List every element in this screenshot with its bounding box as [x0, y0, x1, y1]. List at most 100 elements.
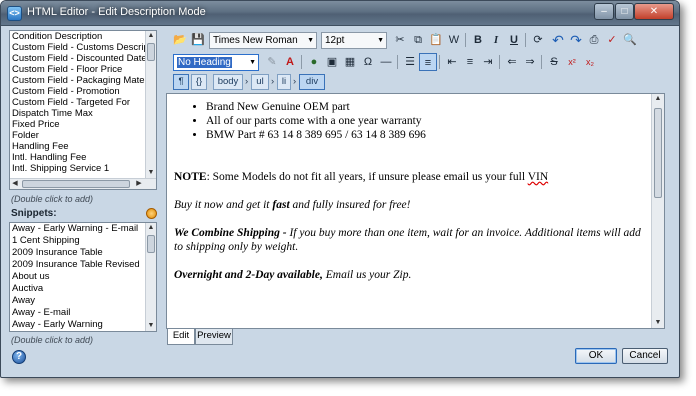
scroll-up-icon[interactable]: ▲ — [146, 223, 156, 233]
scroll-thumb[interactable] — [654, 108, 662, 198]
maximize-button[interactable]: □ — [615, 3, 634, 20]
refresh-icon[interactable]: ⟳ — [529, 31, 547, 49]
scroll-down-icon[interactable]: ▼ — [146, 168, 156, 178]
image-icon[interactable]: ▣ — [323, 53, 341, 71]
snippet-item[interactable]: Away - Early Warning - E-mail — [10, 223, 156, 235]
spellcheck-icon[interactable]: ✓ — [603, 31, 621, 49]
field-item[interactable]: Custom Field - Discounted Date — [10, 53, 156, 64]
note-text: : Some Models do not fit all years, if u… — [206, 171, 528, 183]
scroll-right-icon[interactable]: ▶ — [134, 179, 144, 189]
snippet-item[interactable]: Away — [10, 295, 156, 307]
save-icon[interactable]: 💾 — [189, 31, 207, 49]
highlight-icon[interactable]: ✎ — [263, 53, 281, 71]
snippet-item[interactable]: 2009 Insurance Table Revised — [10, 259, 156, 271]
field-item[interactable]: Custom Field - Customs Descripti — [10, 42, 156, 53]
numbered-list-icon[interactable]: ☰ — [401, 53, 419, 71]
field-item[interactable]: Dispatch Time Max — [10, 108, 156, 119]
scroll-up-icon[interactable]: ▲ — [146, 31, 156, 41]
paste-icon[interactable]: 📋 — [427, 31, 445, 49]
breadcrumb-body[interactable]: body — [213, 74, 243, 90]
horizontal-rule-icon[interactable]: — — [377, 53, 395, 71]
bullet-list-icon[interactable]: ≡ — [419, 53, 437, 71]
font-color-icon[interactable]: A — [281, 53, 299, 71]
find-icon[interactable]: 🔍 — [621, 31, 639, 49]
note-paragraph[interactable]: NOTE: Some Models do not fit all years, … — [174, 170, 644, 184]
snippet-item[interactable]: Auctiva — [10, 283, 156, 295]
field-item[interactable]: Custom Field - Floor Price — [10, 64, 156, 75]
outdent-icon[interactable]: ⇐ — [503, 53, 521, 71]
scroll-thumb[interactable] — [22, 180, 130, 188]
indent-icon[interactable]: ⇒ — [521, 53, 539, 71]
copy-icon[interactable]: ⧉ — [409, 31, 427, 49]
help-icon[interactable]: ? — [12, 350, 26, 364]
editor-content-area[interactable]: Brand New Genuine OEM part All of our pa… — [166, 93, 665, 329]
snippet-item[interactable]: Away - Early Warning — [10, 319, 156, 331]
table-icon[interactable]: ▦ — [341, 53, 359, 71]
breadcrumb-li[interactable]: li — [277, 74, 291, 90]
editor-vertical-scrollbar[interactable]: ▲ ▼ — [651, 94, 664, 328]
scroll-down-icon[interactable]: ▼ — [146, 321, 156, 331]
scroll-left-icon[interactable]: ◀ — [10, 179, 20, 189]
print-icon[interactable]: ⎙ — [585, 31, 603, 49]
fields-list[interactable]: Condition Description Custom Field - Cus… — [9, 30, 157, 190]
underline-button[interactable]: U — [505, 31, 523, 49]
tab-edit[interactable]: Edit — [167, 329, 195, 345]
subscript-icon[interactable]: x₂ — [581, 53, 599, 71]
tab-preview[interactable]: Preview — [195, 329, 233, 345]
snippet-item[interactable]: Away - E-mail — [10, 307, 156, 319]
undo-icon[interactable]: ↶ — [549, 31, 567, 49]
cancel-button[interactable]: Cancel — [622, 348, 668, 364]
ok-button[interactable]: OK — [575, 348, 617, 364]
italic-button[interactable]: I — [487, 31, 505, 49]
minimize-button[interactable]: – — [594, 3, 614, 20]
field-item[interactable]: Intl. Shipping Service 1 — [10, 163, 156, 174]
heading-select[interactable]: No Heading ▼ — [173, 54, 259, 71]
snippets-vertical-scrollbar[interactable]: ▲ ▼ — [145, 223, 156, 331]
field-item[interactable]: Fixed Price — [10, 119, 156, 130]
breadcrumb-div[interactable]: div — [299, 74, 325, 90]
breadcrumb-ul[interactable]: ul — [251, 74, 269, 90]
snippet-item[interactable]: 2009 Insurance Table — [10, 247, 156, 259]
code-view-button[interactable]: {} — [191, 74, 207, 90]
cut-icon[interactable]: ✂ — [391, 31, 409, 49]
strikethrough-button[interactable]: S — [545, 53, 563, 71]
fields-vertical-scrollbar[interactable]: ▲ ▼ — [145, 31, 156, 178]
scroll-up-icon[interactable]: ▲ — [653, 94, 663, 104]
align-left-icon[interactable]: ⇤ — [443, 53, 461, 71]
scroll-thumb[interactable] — [147, 235, 155, 253]
combine-paragraph[interactable]: We Combine Shipping - If you buy more th… — [174, 226, 644, 254]
field-item[interactable]: Custom Field - Packaging Materia — [10, 75, 156, 86]
scroll-down-icon[interactable]: ▼ — [653, 318, 663, 328]
open-folder-icon[interactable]: 📂 — [171, 31, 189, 49]
list-item[interactable]: Brand New Genuine OEM part — [206, 100, 644, 114]
snippet-item[interactable]: 1 Cent Shipping — [10, 235, 156, 247]
snippets-list[interactable]: Away - Early Warning - E-mail 1 Cent Shi… — [9, 222, 157, 332]
redo-icon[interactable]: ↷ — [567, 31, 585, 49]
buy-paragraph[interactable]: Buy it now and get it fast and fully ins… — [174, 198, 644, 212]
field-item[interactable]: Handling Fee — [10, 141, 156, 152]
paste-word-icon[interactable]: W — [445, 31, 463, 49]
link-icon[interactable]: ● — [305, 53, 323, 71]
snippet-settings-icon[interactable] — [146, 208, 157, 219]
overnight-paragraph[interactable]: Overnight and 2-Day available, Email us … — [174, 268, 644, 282]
scroll-thumb[interactable] — [147, 43, 155, 61]
list-item[interactable]: All of our parts come with a one year wa… — [206, 114, 644, 128]
remove-format-icon[interactable]: x² — [563, 53, 581, 71]
align-right-icon[interactable]: ⇥ — [479, 53, 497, 71]
snippet-item[interactable]: About us — [10, 271, 156, 283]
font-size-select[interactable]: 12pt ▼ — [321, 32, 387, 49]
field-item[interactable]: Intl. Handling Fee — [10, 152, 156, 163]
list-item[interactable]: BMW Part # 63 14 8 389 695 / 63 14 8 389… — [206, 128, 644, 142]
fields-horizontal-scrollbar[interactable]: ◀ ▶ — [10, 178, 156, 189]
close-button[interactable]: ✕ — [634, 3, 674, 20]
editor-document[interactable]: Brand New Genuine OEM part All of our pa… — [174, 100, 644, 282]
font-family-select[interactable]: Times New Roman ▼ — [209, 32, 317, 49]
special-char-icon[interactable]: Ω — [359, 53, 377, 71]
field-item[interactable]: Condition Description — [10, 31, 156, 42]
bold-button[interactable]: B — [469, 31, 487, 49]
paragraph-toggle-button[interactable]: ¶ — [173, 74, 189, 90]
field-item[interactable]: Folder — [10, 130, 156, 141]
field-item[interactable]: Custom Field - Promotion — [10, 86, 156, 97]
align-center-icon[interactable]: ≡ — [461, 53, 479, 71]
field-item[interactable]: Custom Field - Targeted For — [10, 97, 156, 108]
